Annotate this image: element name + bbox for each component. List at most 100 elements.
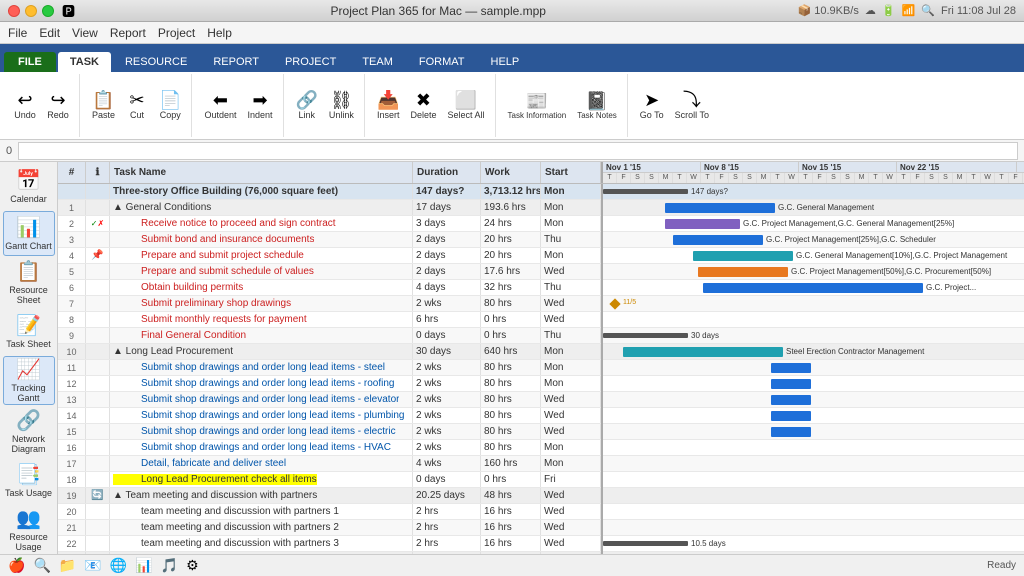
gantt-bar xyxy=(771,363,811,373)
table-row[interactable]: 17Detail, fabricate and deliver steel4 w… xyxy=(58,456,601,472)
task-name[interactable]: ▲ General Conditions xyxy=(110,200,413,215)
task-information-button[interactable]: 📰 Task Information xyxy=(504,90,571,122)
task-name[interactable]: Prepare and submit schedule of values xyxy=(110,264,413,279)
table-row[interactable]: 19🔄▲ Team meeting and discussion with pa… xyxy=(58,488,601,504)
tab-report[interactable]: REPORT xyxy=(201,52,271,72)
minimize-button[interactable] xyxy=(25,5,37,17)
indent-button[interactable]: ➡ Indent xyxy=(243,89,276,122)
task-name[interactable]: Submit monthly requests for payment xyxy=(110,312,413,327)
redo-button[interactable]: ↪ Redo xyxy=(43,89,73,122)
table-row[interactable]: 1▲ General Conditions17 days193.6 hrsMon xyxy=(58,200,601,216)
table-row[interactable]: 16Submit shop drawings and order long le… xyxy=(58,440,601,456)
table-row[interactable]: 14Submit shop drawings and order long le… xyxy=(58,408,601,424)
task-name[interactable]: Submit shop drawings and order long lead… xyxy=(110,392,413,407)
task-work: 0 hrs xyxy=(481,472,541,487)
scroll-to-button[interactable]: ⤵ Scroll To xyxy=(671,89,713,122)
tab-task[interactable]: TASK xyxy=(58,52,111,72)
table-row[interactable]: 15Submit shop drawings and order long le… xyxy=(58,424,601,440)
table-row[interactable]: 2✓✗Receive notice to proceed and sign co… xyxy=(58,216,601,232)
insert-button[interactable]: 📥 Insert xyxy=(373,89,404,122)
table-row[interactable]: 5Prepare and submit schedule of values2 … xyxy=(58,264,601,280)
tab-team[interactable]: TEAM xyxy=(350,52,405,72)
task-name[interactable]: team meeting and discussion with partner… xyxy=(110,504,413,519)
gantt-row xyxy=(603,488,1024,504)
select-all-button[interactable]: ⬜ Select All xyxy=(443,89,488,122)
task-name[interactable]: Submit shop drawings and order long lead… xyxy=(110,424,413,439)
table-row[interactable]: 23▲ Mobilize on Site10.5 days104 hrsThu xyxy=(58,552,601,554)
gantt-row xyxy=(603,504,1024,520)
task-name[interactable]: Final General Condition xyxy=(110,328,413,343)
task-name[interactable]: Submit preliminary shop drawings xyxy=(110,296,413,311)
tab-resource[interactable]: RESOURCE xyxy=(113,52,199,72)
menu-item-report[interactable]: Report xyxy=(110,26,146,40)
menu-item-view[interactable]: View xyxy=(72,26,98,40)
table-row[interactable]: 4📌Prepare and submit project schedule2 d… xyxy=(58,248,601,264)
table-row[interactable]: 18Long Lead Procurement check all items0… xyxy=(58,472,601,488)
menu-item-help[interactable]: Help xyxy=(207,26,232,40)
menu-item-project[interactable]: Project xyxy=(158,26,195,40)
sidebar-item-tracking-gantt[interactable]: 📈 TrackingGantt xyxy=(3,356,55,405)
ribbon: ↩ Undo ↪ Redo 📋 Paste ✂ Cut 📄 Copy xyxy=(0,72,1024,140)
unlink-button[interactable]: ⛓ Unlink xyxy=(325,89,358,122)
table-row[interactable]: 22team meeting and discussion with partn… xyxy=(58,536,601,552)
tab-file[interactable]: FILE xyxy=(4,52,56,72)
maximize-button[interactable] xyxy=(42,5,54,17)
sidebar-item-gantt[interactable]: 📊 Gantt Chart xyxy=(3,211,55,256)
task-name[interactable]: Submit shop drawings and order long lead… xyxy=(110,440,413,455)
delete-button[interactable]: ✖ Delete xyxy=(406,89,440,122)
sidebar-item-calendar[interactable]: 📅 Calendar xyxy=(3,164,55,209)
ribbon-group-clipboard: 📋 Paste ✂ Cut 📄 Copy xyxy=(82,74,192,137)
copy-button[interactable]: 📄 Copy xyxy=(155,89,185,122)
go-to-button[interactable]: ➤ Go To xyxy=(636,89,668,122)
task-name[interactable]: Submit shop drawings and order long lead… xyxy=(110,360,413,375)
table-row[interactable]: 11Submit shop drawings and order long le… xyxy=(58,360,601,376)
sidebar-item-task-sheet[interactable]: 📝 Task Sheet xyxy=(3,309,55,354)
link-button[interactable]: 🔗 Link xyxy=(292,89,322,122)
task-name[interactable]: Submit shop drawings and order long lead… xyxy=(110,376,413,391)
table-row[interactable]: 12Submit shop drawings and order long le… xyxy=(58,376,601,392)
menu-item-edit[interactable]: Edit xyxy=(39,26,60,40)
tab-project[interactable]: PROJECT xyxy=(273,52,348,72)
task-name[interactable]: Prepare and submit project schedule xyxy=(110,248,413,263)
sidebar-item-network-diagram[interactable]: 🔗 Network Diagram xyxy=(3,407,55,456)
th-duration[interactable]: Duration xyxy=(413,162,481,183)
cut-button[interactable]: ✂ Cut xyxy=(122,89,152,122)
table-row[interactable]: 13Submit shop drawings and order long le… xyxy=(58,392,601,408)
table-row[interactable]: 8Submit monthly requests for payment6 hr… xyxy=(58,312,601,328)
task-notes-button[interactable]: 📓 Task Notes xyxy=(573,90,621,122)
close-button[interactable] xyxy=(8,5,20,17)
table-row[interactable]: 21team meeting and discussion with partn… xyxy=(58,520,601,536)
task-name[interactable]: Submit bond and insurance documents xyxy=(110,232,413,247)
table-row[interactable]: Three-story Office Building (76,000 squa… xyxy=(58,184,601,200)
task-name[interactable]: ▲ Long Lead Procurement xyxy=(110,344,413,359)
task-name[interactable]: Obtain building permits xyxy=(110,280,413,295)
task-name[interactable]: Three-story Office Building (76,000 squa… xyxy=(110,184,413,199)
table-row[interactable]: 7Submit preliminary shop drawings2 wks80… xyxy=(58,296,601,312)
table-row[interactable]: 20team meeting and discussion with partn… xyxy=(58,504,601,520)
task-name[interactable]: Receive notice to proceed and sign contr… xyxy=(110,216,413,231)
menu-item-file[interactable]: File xyxy=(8,26,27,40)
task-name[interactable]: team meeting and discussion with partner… xyxy=(110,520,413,535)
th-start[interactable]: Start xyxy=(541,162,601,183)
sidebar-item-task-usage[interactable]: 📑 Task Usage xyxy=(3,458,55,503)
task-name[interactable]: ▲ Team meeting and discussion with partn… xyxy=(110,488,413,503)
paste-button[interactable]: 📋 Paste xyxy=(88,89,119,122)
outdent-button[interactable]: ⬅ Outdent xyxy=(200,89,240,122)
sidebar-item-resource-usage[interactable]: 👥 Resource Usage xyxy=(3,505,55,554)
th-task-name[interactable]: Task Name xyxy=(110,162,413,183)
sidebar-item-resource-sheet[interactable]: 📋 Resource Sheet xyxy=(3,258,55,307)
table-row[interactable]: 10▲ Long Lead Procurement30 days640 hrsM… xyxy=(58,344,601,360)
task-name[interactable]: Detail, fabricate and deliver steel xyxy=(110,456,413,471)
table-row[interactable]: 6Obtain building permits4 days32 hrsThu xyxy=(58,280,601,296)
undo-button[interactable]: ↩ Undo xyxy=(10,89,40,122)
task-name[interactable]: Submit shop drawings and order long lead… xyxy=(110,408,413,423)
task-name[interactable]: Long Lead Procurement check all items xyxy=(110,472,413,487)
th-work[interactable]: Work xyxy=(481,162,541,183)
tab-format[interactable]: FORMAT xyxy=(407,52,477,72)
task-name[interactable]: ▲ Mobilize on Site xyxy=(110,552,413,554)
table-row[interactable]: 3Submit bond and insurance documents2 da… xyxy=(58,232,601,248)
table-row[interactable]: 9Final General Condition0 days0 hrsThu xyxy=(58,328,601,344)
formula-input[interactable] xyxy=(18,142,1018,160)
tab-help[interactable]: HELP xyxy=(479,52,532,72)
task-name[interactable]: team meeting and discussion with partner… xyxy=(110,536,413,551)
